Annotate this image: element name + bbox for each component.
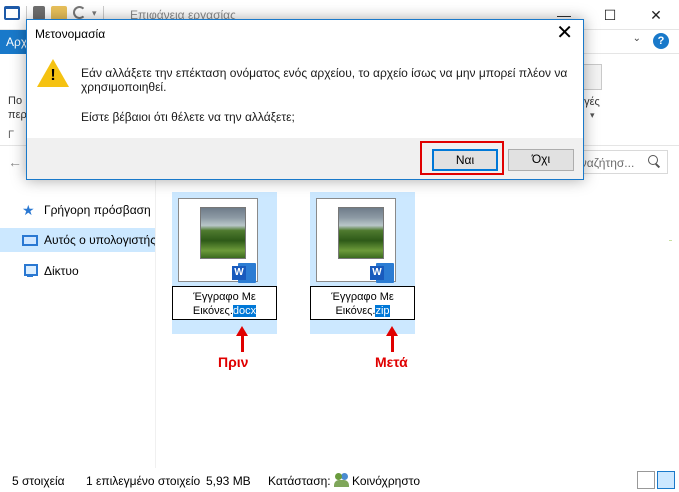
ribbon-partial-label: Πο περ Γ — [8, 94, 27, 142]
sidebar-item-network[interactable]: Δίκτυο — [0, 259, 155, 283]
toolbar-separator — [26, 6, 27, 20]
ribbon-partial-text: Πο — [8, 95, 23, 107]
annotation-arrow-up-icon — [236, 326, 250, 352]
tab-file[interactable]: Αρχ — [0, 30, 26, 54]
file-name-base: Εικόνες. — [192, 305, 233, 317]
dialog-message: Εάν αλλάξετε την επέκταση ονόματος ενός … — [81, 66, 568, 94]
dialog-footer: Ναι Όχι — [27, 138, 583, 179]
scroll-marker — [669, 240, 672, 241]
ribbon-partial-text: Γ — [8, 129, 15, 141]
network-icon — [22, 264, 38, 278]
help-icon[interactable]: ? — [653, 33, 669, 49]
word-icon: W — [370, 263, 394, 283]
landscape-image — [200, 207, 246, 259]
properties-icon[interactable] — [33, 6, 45, 20]
dialog-titlebar: Μετονομασία ✕ — [27, 20, 583, 47]
undo-icon[interactable] — [73, 6, 86, 19]
sidebar-item-label: Δίκτυο — [44, 264, 79, 278]
star-icon: ★ — [22, 202, 35, 218]
file-item-after[interactable]: W Έγγραφο Με Εικόνες.zip — [310, 192, 415, 334]
selected-size: 5,93 MB — [206, 474, 251, 488]
status-bar: 5 στοιχεία 1 επιλεγμένο στοιχείο 5,93 MB… — [0, 468, 679, 492]
navigation-pane: ★ Γρήγορη πρόσβαση Αυτός ο υπολογιστής Δ… — [0, 178, 155, 468]
sidebar-item-label: Γρήγορη πρόσβαση — [44, 203, 151, 217]
annotation-caption-after: Μετά — [375, 354, 408, 370]
dialog-question: Είστε βέβαιοι ότι θέλετε να την αλλάξετε… — [81, 110, 295, 124]
warning-icon: ! — [37, 59, 69, 91]
landscape-image — [338, 207, 384, 259]
details-view-icon[interactable] — [637, 471, 655, 489]
sidebar-item-this-pc[interactable]: Αυτός ο υπολογιστής — [0, 228, 155, 252]
back-arrow-icon[interactable]: ← — [8, 154, 22, 170]
state-value: Κοινόχρηστο — [352, 474, 420, 488]
file-name-line: Έγγραφο Με — [331, 291, 394, 303]
selected-count: 1 επιλεγμένο στοιχείο — [86, 474, 201, 488]
file-name-line: Έγγραφο Με — [193, 291, 256, 303]
word-icon: W — [232, 263, 256, 283]
large-icons-view-icon[interactable] — [657, 471, 675, 489]
shared-users-icon — [334, 473, 350, 487]
sidebar-item-quick-access[interactable]: ★ Γρήγορη πρόσβαση — [0, 198, 155, 222]
file-name-line: Εικόνες.zip — [311, 304, 414, 318]
rename-dialog: Μετονομασία ✕ ! Εάν αλλάξετε την επέκτασ… — [26, 19, 584, 180]
pane-divider[interactable] — [155, 178, 156, 468]
state-label: Κατάσταση: — [268, 474, 331, 488]
rename-field[interactable]: Έγγραφο Με Εικόνες.docx — [172, 286, 277, 320]
annotation-caption-before: Πριν — [218, 354, 249, 370]
rename-field[interactable]: Έγγραφο Με Εικόνες.zip — [310, 286, 415, 320]
new-folder-icon[interactable] — [51, 6, 67, 20]
toolbar-separator — [102, 6, 104, 20]
close-button[interactable]: ✕ — [633, 0, 679, 30]
ribbon-partial-text: περ — [8, 109, 27, 121]
dialog-title: Μετονομασία — [35, 27, 106, 41]
sidebar-item-label: Αυτός ο υπολογιστής — [44, 233, 155, 247]
ribbon-scroll-icon[interactable]: ▾ — [590, 110, 595, 121]
dialog-close-button[interactable]: ✕ — [556, 22, 573, 44]
file-name-base: Εικόνες. — [335, 305, 376, 317]
search-icon[interactable] — [648, 155, 661, 168]
ribbon-right-controls: ⌄ ? — [633, 33, 669, 49]
annotation-arrow-up-icon — [386, 326, 400, 352]
view-buttons — [637, 471, 675, 489]
explorer-icon[interactable] — [4, 6, 20, 20]
no-button[interactable]: Όχι — [508, 149, 574, 171]
file-extension-selected: docx — [232, 305, 257, 317]
file-name-line: Εικόνες.docx — [173, 304, 276, 318]
item-count: 5 στοιχεία — [12, 474, 65, 488]
chevron-down-icon[interactable]: ⌄ — [633, 33, 641, 49]
yes-button[interactable]: Ναι — [432, 149, 498, 171]
computer-icon — [22, 234, 38, 246]
file-item-before[interactable]: W Έγγραφο Με Εικόνες.docx — [172, 192, 277, 334]
file-extension-selected: zip — [375, 305, 390, 317]
maximize-button[interactable]: ☐ — [587, 0, 633, 30]
